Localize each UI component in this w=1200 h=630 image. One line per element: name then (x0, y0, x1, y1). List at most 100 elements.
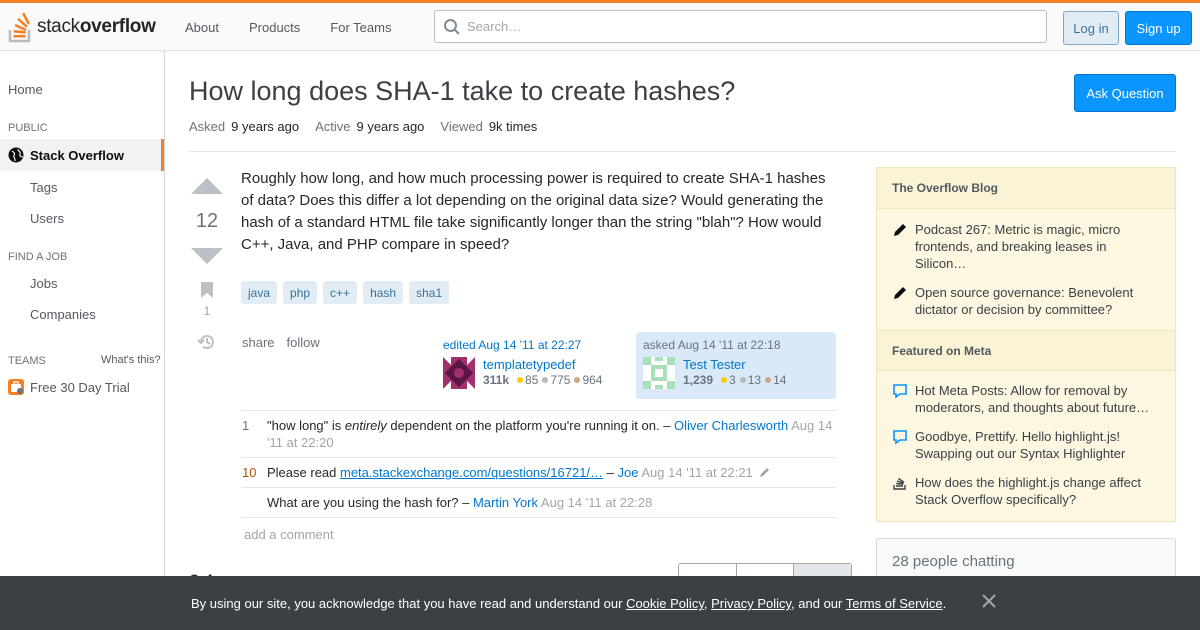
comment-score (241, 494, 267, 511)
sidebar-section-teams: TEAMS (8, 355, 46, 367)
active-label: Active (315, 119, 351, 134)
asked-label: Asked (189, 119, 226, 134)
cookie-policy-link[interactable]: Cookie Policy (626, 596, 704, 611)
history-icon[interactable] (197, 332, 217, 352)
comment-user[interactable]: Martin York (473, 495, 538, 510)
bronze-badge-count: 964 (582, 373, 603, 387)
sidebar-section-find-job: FIND A JOB (8, 251, 68, 263)
nav-for-teams[interactable]: For Teams (315, 3, 406, 51)
comment: What are you using the hash for? – Marti… (241, 488, 836, 518)
comment-body: "how long" is entirely dependent on the … (267, 418, 833, 450)
top-bar: stackoverflow About Products For Teams L… (0, 0, 1200, 51)
bookmark-icon[interactable] (201, 282, 213, 298)
reputation-score: 311k (483, 373, 510, 387)
comment-score: 10 (242, 465, 257, 480)
meta-item-label: Goodbye, Prettify. Hello highlight.js! S… (915, 429, 1126, 461)
whats-this-link[interactable]: What's this? (101, 354, 161, 366)
comment-user[interactable]: Oliver Charlesworth (674, 418, 788, 433)
bookmark-count: 1 (203, 304, 211, 318)
terms-link[interactable]: Terms of Service (846, 596, 943, 611)
post-menu: share follow (242, 335, 332, 350)
comment-score: 1 (242, 418, 250, 433)
silver-badge-count: 13 (747, 373, 762, 387)
asker-name[interactable]: Test Tester (683, 357, 786, 372)
silver-badge-icon (542, 377, 549, 383)
silver-badge-count: 775 (550, 373, 571, 387)
login-button[interactable]: Log in (1063, 11, 1119, 45)
signup-button[interactable]: Sign up (1125, 11, 1192, 45)
meta-item[interactable]: Hot Meta Posts: Allow for removal by mod… (877, 382, 1175, 416)
sidebar-item-companies[interactable]: Companies (30, 307, 96, 322)
comment-body: What are you using the hash for? – Marti… (267, 495, 653, 510)
sidebar-item-jobs[interactable]: Jobs (30, 276, 57, 291)
meta-item-label: Hot Meta Posts: Allow for removal by mod… (915, 383, 1150, 415)
stackoverflow-logo[interactable]: stackoverflow (8, 11, 156, 43)
downvote-arrow-icon[interactable] (191, 248, 223, 264)
viewed-value: 9k times (488, 119, 538, 134)
active-value[interactable]: 9 years ago (356, 119, 424, 134)
comment: 10 Please read meta.stackexchange.com/qu… (241, 458, 836, 488)
question-meta: Asked 9 years ago Active 9 years ago Vie… (189, 119, 553, 134)
gold-badge-icon (517, 377, 524, 383)
comment-user[interactable]: Joe (618, 465, 639, 480)
nav-products[interactable]: Products (234, 3, 315, 51)
add-comment-link[interactable]: add a comment (244, 527, 334, 542)
avatar[interactable] (643, 357, 675, 389)
sidebar-item-home[interactable]: Home (8, 82, 43, 97)
tag-hash[interactable]: hash (363, 281, 404, 304)
vote-count: 12 (195, 210, 219, 232)
tag-cpp[interactable]: c++ (323, 281, 358, 304)
search-box[interactable] (434, 10, 1047, 43)
cookie-text: By using our site, you acknowledge that … (191, 596, 947, 611)
follow-link[interactable]: follow (287, 335, 320, 350)
sidebar-item-label: Stack Overflow (30, 147, 124, 163)
blog-item[interactable]: Podcast 267: Metric is magic, micro fron… (877, 221, 1175, 272)
divider (189, 151, 1176, 152)
comment-link[interactable]: meta.stackexchange.com/questions/16721/… (340, 465, 603, 480)
question-title[interactable]: How long does SHA-1 take to create hashe… (189, 76, 735, 107)
chat-count: 28 people chatting (892, 553, 1015, 570)
chat-bubble-icon (893, 384, 907, 399)
sidebar-item-free-trial[interactable]: Free 30 Day Trial (8, 379, 130, 395)
gold-badge-icon (721, 377, 728, 383)
blog-heading: The Overflow Blog (877, 168, 1175, 209)
sidebar-item-tags[interactable]: Tags (30, 180, 57, 195)
sidebar-item-users[interactable]: Users (30, 211, 64, 226)
stack-logo-icon (8, 12, 31, 43)
blog-item-label: Podcast 267: Metric is magic, micro fron… (915, 222, 1121, 271)
sidebar-item-stack-overflow[interactable]: Stack Overflow (0, 139, 164, 171)
logo-wordmark: stackoverflow (37, 16, 156, 37)
comment-list: 1 "how long" is entirely dependent on th… (241, 410, 836, 518)
sidebar-section-public: PUBLIC (8, 122, 48, 134)
edited-time-link[interactable]: edited Aug 14 '11 at 22:27 (443, 338, 628, 352)
comment-date[interactable]: Aug 14 '11 at 22:21 (641, 465, 752, 480)
avatar[interactable] (443, 357, 475, 389)
tag-list: java php c++ hash sha1 (241, 281, 455, 304)
overflow-blog-widget: The Overflow Blog Podcast 267: Metric is… (876, 167, 1176, 522)
meta-item-label: How does the highlight.js change affect … (915, 475, 1141, 507)
close-icon[interactable] (980, 592, 998, 610)
editor-signature: edited Aug 14 '11 at 22:27 templatetyped… (443, 338, 628, 389)
asker-signature: asked Aug 14 '11 at 22:18 Test Tester 1,… (636, 332, 836, 399)
bronze-badge-icon (765, 377, 772, 383)
meta-item[interactable]: How does the highlight.js change affect … (877, 474, 1175, 508)
share-link[interactable]: share (242, 335, 275, 350)
meta-heading: Featured on Meta (877, 330, 1175, 371)
blog-item[interactable]: Open source governance: Benevolent dicta… (877, 284, 1175, 318)
editor-name[interactable]: templatetypedef (483, 357, 602, 372)
ask-question-button[interactable]: Ask Question (1074, 74, 1176, 112)
comment-date[interactable]: Aug 14 '11 at 22:28 (541, 495, 652, 510)
tag-sha1[interactable]: sha1 (409, 281, 450, 304)
privacy-policy-link[interactable]: Privacy Policy (711, 596, 791, 611)
silver-badge-icon (739, 377, 746, 383)
reputation: 1,239 3 13 14 (683, 373, 786, 387)
edited-pencil-icon (760, 468, 770, 477)
meta-item[interactable]: Goodbye, Prettify. Hello highlight.js! S… (877, 428, 1175, 462)
tag-java[interactable]: java (241, 281, 278, 304)
cookie-banner: By using our site, you acknowledge that … (0, 576, 1200, 630)
tag-php[interactable]: php (283, 281, 318, 304)
search-input[interactable] (467, 11, 1037, 42)
sidebar-item-label: Free 30 Day Trial (30, 379, 130, 395)
nav-about[interactable]: About (170, 3, 234, 51)
upvote-arrow-icon[interactable] (191, 178, 223, 194)
